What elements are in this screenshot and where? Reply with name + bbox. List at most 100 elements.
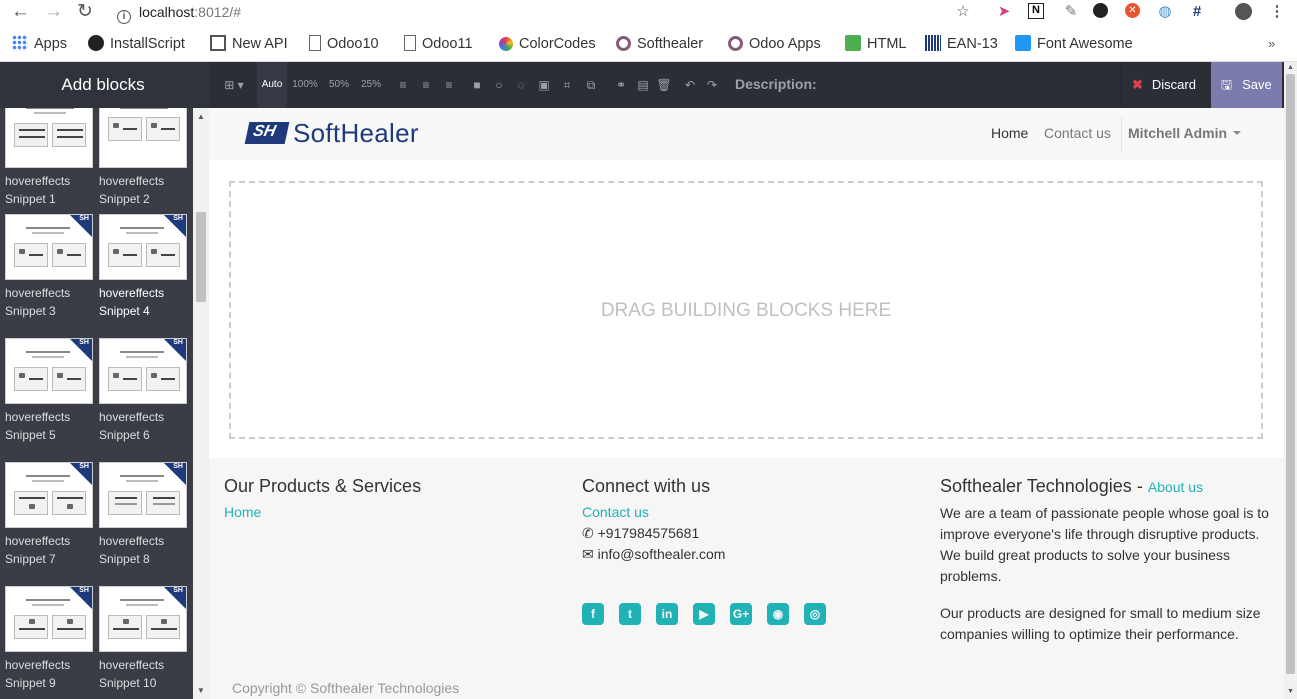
snippet-label: hovereffects bbox=[99, 410, 165, 424]
bookmark-html[interactable]: HTML bbox=[845, 32, 906, 56]
scroll-up-icon[interactable]: ▲ bbox=[197, 112, 205, 121]
sidebar-scrollbar[interactable]: ▲ ▼ bbox=[193, 108, 209, 699]
size-auto-button[interactable]: Auto bbox=[257, 62, 287, 108]
forward-icon[interactable]: → bbox=[44, 1, 63, 23]
bookmark-softhealer[interactable]: Softhealer bbox=[616, 32, 703, 56]
google-plus-icon[interactable]: G+ bbox=[730, 603, 752, 625]
size-50-button[interactable]: 50% bbox=[325, 62, 353, 108]
instagram-icon[interactable]: ◎ bbox=[804, 603, 826, 625]
grid-dropdown-icon[interactable]: ⊞ ▾ bbox=[219, 62, 249, 108]
info-icon[interactable]: i bbox=[117, 10, 131, 24]
trash-icon[interactable]: 🗑 bbox=[654, 62, 674, 108]
snippet-block[interactable]: SH hovereffects Snippet 8 bbox=[99, 462, 189, 568]
extension-grid-icon[interactable]: # bbox=[1188, 3, 1206, 21]
youtube-icon[interactable]: ▶ bbox=[693, 603, 715, 625]
reload-icon[interactable]: ↻ bbox=[77, 1, 93, 23]
snippet-label: Snippet 10 bbox=[99, 676, 157, 690]
extension-globe-icon[interactable]: ◍ bbox=[1156, 3, 1174, 21]
align-left-icon[interactable]: ≡ bbox=[393, 62, 413, 108]
extension-arrow-icon[interactable]: ➤ bbox=[995, 3, 1013, 21]
drop-zone[interactable]: DRAG BUILDING BLOCKS HERE bbox=[229, 181, 1263, 439]
align-center-icon[interactable]: ≡ bbox=[416, 62, 436, 108]
align-right-icon[interactable]: ≡ bbox=[439, 62, 459, 108]
extension-tool-icon[interactable]: ✎ bbox=[1062, 3, 1080, 21]
redo-icon[interactable]: ↷ bbox=[702, 62, 722, 108]
bookmark-colorcodes[interactable]: ColorCodes bbox=[499, 32, 596, 56]
menu-contact-us[interactable]: Contact us bbox=[1044, 125, 1111, 141]
drop-zone-text: DRAG BUILDING BLOCKS HERE bbox=[600, 300, 892, 321]
bookmark-label: Odoo11 bbox=[422, 36, 473, 52]
replace-image-icon[interactable]: ▤ bbox=[633, 62, 653, 108]
twitter-icon[interactable]: t bbox=[619, 603, 641, 625]
snippet-block[interactable]: hovereffects Snippet 1 bbox=[5, 108, 95, 208]
undo-icon[interactable]: ↶ bbox=[680, 62, 700, 108]
bookmark-ean13[interactable]: EAN-13 bbox=[925, 32, 998, 56]
extension-n-icon[interactable]: N bbox=[1028, 3, 1044, 19]
user-menu[interactable]: Mitchell Admin bbox=[1128, 125, 1242, 141]
snippet-block[interactable]: SH hovereffects Snippet 6 bbox=[99, 338, 189, 444]
flag-icon bbox=[1015, 35, 1031, 51]
more-bookmarks-icon[interactable]: » bbox=[1268, 32, 1275, 56]
scroll-down-icon[interactable]: ▼ bbox=[1287, 688, 1294, 695]
bookmark-installscript[interactable]: InstallScript bbox=[88, 32, 185, 56]
snippet-thumbnail bbox=[5, 108, 93, 168]
sh-badge: SH bbox=[79, 463, 89, 470]
scrollbar-thumb[interactable] bbox=[1286, 74, 1295, 674]
scroll-down-icon[interactable]: ▼ bbox=[197, 686, 205, 695]
address-bar[interactable]: i localhost:8012/# bbox=[117, 2, 241, 24]
snippet-block[interactable]: SH hovereffects Snippet 10 bbox=[99, 586, 189, 692]
snippet-label: hovereffects bbox=[99, 174, 165, 188]
bookmark-new-api[interactable]: New API bbox=[210, 32, 288, 56]
shadow-icon[interactable]: ◌ bbox=[511, 62, 531, 108]
bookmark-odoo11[interactable]: Odoo11 bbox=[404, 32, 473, 56]
link-icon[interactable]: ⚭ bbox=[611, 62, 631, 108]
social-icons: f t in ▶ G+ ◉ ◎ bbox=[582, 603, 841, 625]
menu-dots-icon[interactable]: ⋮ bbox=[1268, 3, 1286, 21]
circle-shape-icon[interactable]: ○ bbox=[489, 62, 509, 108]
star-icon[interactable]: ☆ bbox=[954, 3, 972, 21]
bookmark-label: Font Awesome bbox=[1037, 36, 1133, 52]
menu-home[interactable]: Home bbox=[991, 125, 1028, 141]
bookmark-font-awesome[interactable]: Font Awesome bbox=[1015, 32, 1133, 56]
snippet-block[interactable]: hovereffects Snippet 2 bbox=[99, 108, 189, 208]
snippet-label: Snippet 3 bbox=[5, 304, 56, 318]
website-preview: SH SoftHealer Home Contact us Mitchell A… bbox=[209, 108, 1284, 699]
close-icon: ✖ bbox=[1132, 77, 1143, 92]
crop-icon[interactable]: ⌗ bbox=[557, 62, 577, 108]
snippet-thumbnail: SH bbox=[5, 338, 93, 404]
email-address: info@softhealer.com bbox=[597, 546, 726, 562]
description-label[interactable]: Description: bbox=[735, 62, 817, 106]
scrollbar-thumb[interactable] bbox=[196, 212, 206, 302]
bookmark-odoo-apps[interactable]: Odoo Apps bbox=[728, 32, 821, 56]
transform-icon[interactable]: ⧉ bbox=[581, 62, 601, 108]
footer-link-home[interactable]: Home bbox=[224, 502, 554, 523]
size-25-button[interactable]: 25% bbox=[357, 62, 385, 108]
facebook-icon[interactable]: f bbox=[582, 603, 604, 625]
extension-red-icon[interactable]: ✕ bbox=[1125, 3, 1140, 18]
discard-button[interactable]: ✖ Discard bbox=[1121, 62, 1210, 108]
page-scrollbar[interactable]: ▲ ▼ bbox=[1284, 62, 1297, 699]
snippet-block[interactable]: SH hovereffects Snippet 4 bbox=[99, 214, 189, 320]
odoo-circle-icon bbox=[616, 36, 631, 51]
size-100-button[interactable]: 100% bbox=[289, 62, 321, 108]
image-icon[interactable]: ▣ bbox=[534, 62, 554, 108]
snippet-block[interactable]: SH hovereffects Snippet 9 bbox=[5, 586, 95, 692]
page-icon bbox=[404, 35, 416, 51]
scroll-up-icon[interactable]: ▲ bbox=[1287, 64, 1294, 71]
footer-link-contact[interactable]: Contact us bbox=[582, 502, 912, 523]
snippet-block[interactable]: SH hovereffects Snippet 7 bbox=[5, 462, 95, 568]
extension-dark-icon[interactable] bbox=[1093, 3, 1108, 18]
back-icon[interactable]: ← bbox=[11, 1, 30, 23]
linkedin-icon[interactable]: in bbox=[656, 603, 678, 625]
snippet-block[interactable]: SH hovereffects Snippet 3 bbox=[5, 214, 95, 320]
bookmark-apps[interactable]: Apps bbox=[12, 32, 67, 56]
about-us-link[interactable]: About us bbox=[1148, 479, 1203, 495]
save-button[interactable]: 🖫 Save bbox=[1211, 62, 1282, 108]
snippet-block[interactable]: SH hovereffects Snippet 5 bbox=[5, 338, 95, 444]
square-shape-icon[interactable]: ■ bbox=[467, 62, 487, 108]
profile-icon[interactable] bbox=[1235, 3, 1252, 20]
address-row: ← → ↻ i localhost:8012/# ☆ ➤ N ✎ ✕ ◍ # ⋮ bbox=[0, 0, 1297, 24]
snippet-thumbnail: SH bbox=[99, 338, 187, 404]
bookmark-odoo10[interactable]: Odoo10 bbox=[309, 32, 379, 56]
github-icon[interactable]: ◉ bbox=[767, 603, 789, 625]
